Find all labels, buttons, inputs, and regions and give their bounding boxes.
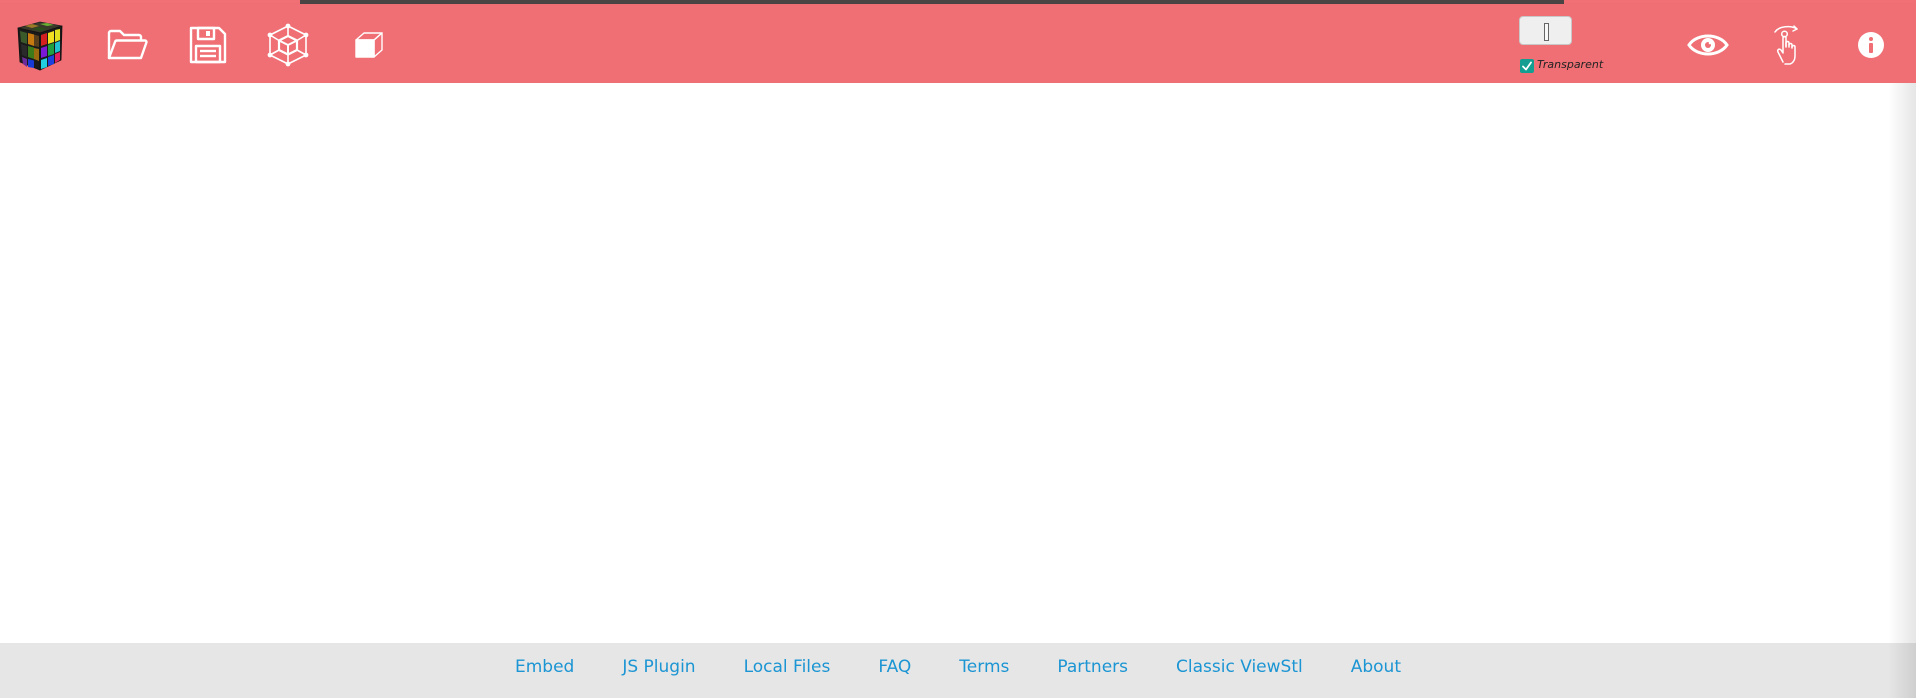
footer-link-faq[interactable]: FAQ	[878, 657, 911, 677]
footer-link-partners[interactable]: Partners	[1057, 657, 1128, 677]
transparent-label: Transparent	[1537, 58, 1604, 71]
save-button[interactable]	[181, 18, 235, 72]
color-picker-swatch	[1544, 23, 1549, 41]
footer-link-embed[interactable]: Embed	[515, 657, 574, 677]
footer-links: Embed JS Plugin Local Files FAQ Terms Pa…	[0, 643, 1916, 691]
app-logo[interactable]	[14, 18, 68, 72]
solid-view-button[interactable]	[342, 18, 396, 72]
wireframe-button[interactable]	[261, 18, 315, 72]
floppy-disk-icon	[189, 26, 227, 64]
folder-open-icon	[107, 29, 148, 60]
hand-rotate-icon	[1774, 25, 1798, 65]
footer-link-terms[interactable]: Terms	[959, 657, 1009, 677]
footer-link-classic-viewstl[interactable]: Classic ViewStl	[1176, 657, 1303, 677]
background-color-picker[interactable]	[1519, 16, 1572, 45]
rubiks-cube-icon	[17, 21, 63, 71]
transparent-checkbox[interactable]	[1520, 59, 1534, 73]
open-file-button[interactable]	[100, 18, 154, 72]
info-button[interactable]	[1844, 18, 1898, 72]
footer-link-js-plugin[interactable]: JS Plugin	[622, 657, 695, 677]
checkmark-icon	[1522, 61, 1532, 71]
viewer-canvas[interactable]	[0, 83, 1916, 643]
eye-icon	[1687, 34, 1729, 56]
solid-cube-icon	[355, 32, 383, 58]
gesture-button[interactable]	[1762, 18, 1816, 72]
wireframe-cube-icon	[267, 23, 309, 67]
footer-link-local-files[interactable]: Local Files	[744, 657, 831, 677]
view-button[interactable]	[1681, 18, 1735, 72]
info-icon	[1858, 32, 1884, 58]
footer: Embed JS Plugin Local Files FAQ Terms Pa…	[0, 643, 1916, 698]
toolbar: Transparent	[0, 4, 1916, 83]
footer-link-about[interactable]: About	[1351, 657, 1401, 677]
